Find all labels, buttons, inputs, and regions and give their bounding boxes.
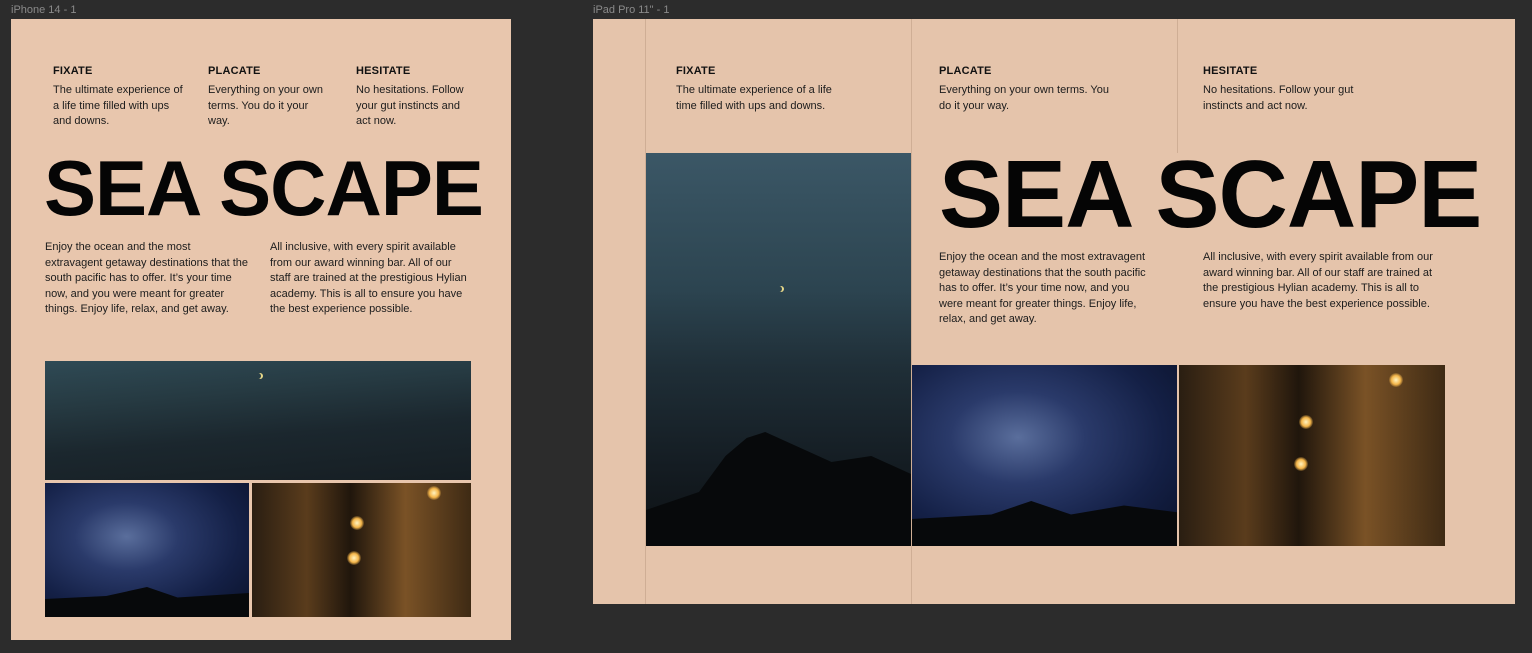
feature-title-placate: PLACATE xyxy=(939,65,992,77)
feature-title-placate: PLACATE xyxy=(208,65,261,77)
frame-label-ipad[interactable]: iPad Pro 11" - 1 xyxy=(593,4,669,16)
feature-title-fixate: FIXATE xyxy=(676,65,716,77)
headline: SEA SCAPE xyxy=(939,141,1482,248)
moon-icon xyxy=(776,286,782,292)
feature-text-placate: Everything on your own terms. You do it … xyxy=(208,84,323,127)
feature-text-fixate: The ultimate experience of a life time f… xyxy=(676,84,832,112)
image-milky-way xyxy=(912,365,1177,546)
frame-label-iphone[interactable]: iPhone 14 - 1 xyxy=(11,4,76,16)
feature-title-hesitate: HESITATE xyxy=(356,65,411,77)
image-milky-way xyxy=(45,483,249,617)
moon-icon xyxy=(255,373,261,379)
feature-text-fixate: The ultimate experience of a life time f… xyxy=(53,84,183,127)
headline: SEA SCAPE xyxy=(44,144,484,232)
feature-text-hesitate: No hesitations. Follow your gut instinct… xyxy=(356,84,464,127)
feature-text-placate: Everything on your own terms. You do it … xyxy=(939,84,1109,112)
paragraph-right: All inclusive, with every spirit availab… xyxy=(270,241,467,315)
image-mountain-moon xyxy=(646,153,911,546)
feature-title-fixate: FIXATE xyxy=(53,65,93,77)
feature-title-hesitate: HESITATE xyxy=(1203,65,1258,77)
layout-guide xyxy=(1177,19,1178,153)
paragraph-right: All inclusive, with every spirit availab… xyxy=(1203,251,1433,310)
feature-text-hesitate: No hesitations. Follow your gut instinct… xyxy=(1203,84,1354,112)
image-night-sky-moon xyxy=(45,361,471,480)
paragraph-left: Enjoy the ocean and the most extravagent… xyxy=(45,241,249,315)
paragraph-left: Enjoy the ocean and the most extravagent… xyxy=(939,251,1146,325)
ipad-frame[interactable]: FIXATE The ultimate experience of a life… xyxy=(593,19,1515,604)
iphone-frame[interactable]: FIXATE The ultimate experience of a life… xyxy=(11,19,511,640)
image-street-lamps xyxy=(1179,365,1445,546)
image-street-lamps xyxy=(252,483,471,617)
